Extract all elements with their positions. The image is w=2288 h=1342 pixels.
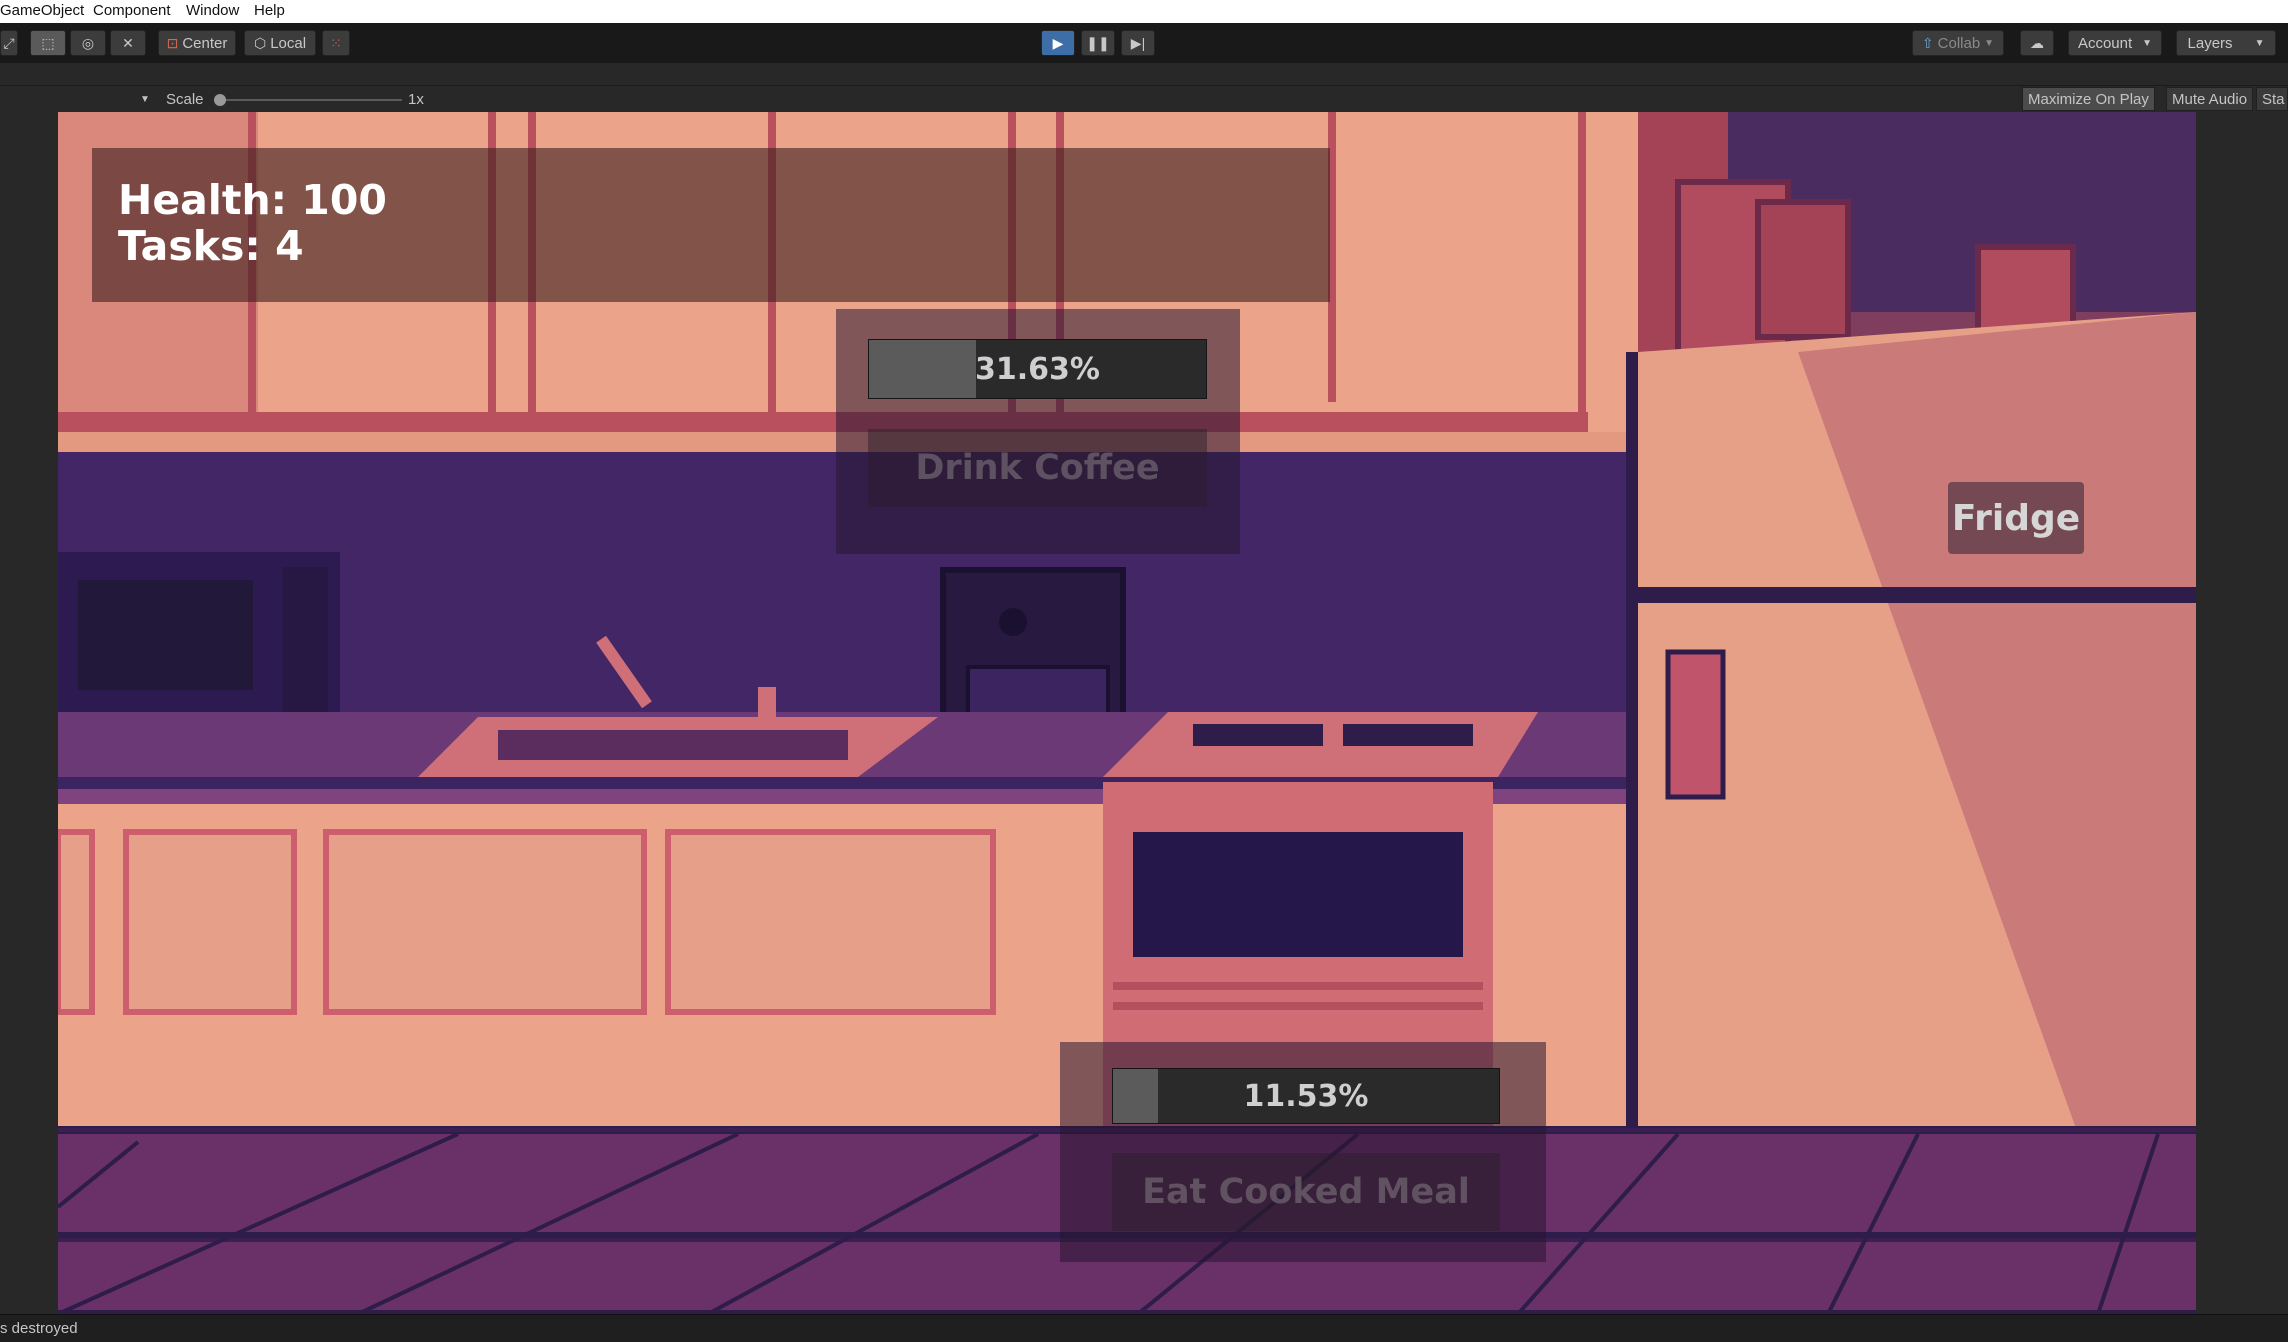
status-message[interactable]: s destroyed	[0, 1320, 78, 1337]
task-panel-drink-coffee: 31.63% Drink Coffee	[836, 309, 1240, 554]
local-cube-icon: ⬡	[253, 34, 267, 51]
scale-value: 1x	[408, 91, 424, 108]
scale-tool-icon: ⤢	[3, 34, 15, 51]
collab-icon: ⇧	[1921, 34, 1934, 51]
maximize-on-play-toggle[interactable]: Maximize On Play	[2022, 87, 2155, 111]
fridge-label[interactable]: Fridge	[1948, 482, 2084, 554]
task-progress-bar: 11.53%	[1112, 1068, 1500, 1124]
scale-tool-button[interactable]: ⤢	[0, 30, 18, 56]
tasks-text: Tasks: 4	[118, 222, 304, 270]
eat-cooked-meal-button[interactable]: Eat Cooked Meal	[1112, 1153, 1500, 1231]
transform-tool-icon: ◎	[81, 34, 95, 51]
transform-tool-button[interactable]: ◎	[70, 30, 106, 56]
main-toolbar: ⤢ ⬚ ◎ ✕ ⊡ Center ⬡ Local ⁙ ▶ ❚❚ ▶| ⇧ Collab…	[0, 23, 2288, 63]
account-label: Account	[2077, 34, 2133, 52]
menu-gameobject[interactable]: GameObject	[0, 2, 84, 19]
scale-label: Scale	[166, 91, 204, 108]
mute-audio-toggle[interactable]: Mute Audio	[2166, 87, 2254, 111]
menu-window[interactable]: Window	[186, 2, 239, 19]
pivot-center-button[interactable]: ⊡ Center	[158, 30, 236, 56]
task-progress-text: 11.53%	[1243, 1078, 1369, 1114]
play-icon: ▶	[1052, 34, 1064, 51]
account-dropdown[interactable]: Account ▼	[2068, 30, 2162, 56]
custom-tool-button[interactable]: ✕	[110, 30, 146, 56]
scale-slider-handle[interactable]	[214, 94, 226, 106]
rect-tool-button[interactable]: ⬚	[30, 30, 66, 56]
pivot-center-label: Center	[182, 34, 228, 52]
menu-component[interactable]: Component	[93, 2, 171, 19]
layers-dropdown-icon: ▼	[2254, 37, 2265, 49]
game-view-controlbar: ▼ Scale 1x Maximize On Play Mute Audio S…	[0, 85, 2288, 113]
drink-coffee-button[interactable]: Drink Coffee	[868, 429, 1207, 507]
step-button[interactable]: ▶|	[1121, 30, 1155, 56]
collab-dropdown-icon: ▼	[1984, 37, 1995, 49]
play-button[interactable]: ▶	[1041, 30, 1075, 56]
layers-dropdown[interactable]: Layers ▼	[2176, 30, 2276, 56]
scale-slider[interactable]	[214, 94, 402, 106]
menu-bar: GameObject Component Window Help	[0, 0, 2288, 24]
pivot-local-label: Local	[270, 34, 307, 52]
stats-label: Sta	[2262, 90, 2285, 108]
cloud-icon: ☁	[2030, 34, 2044, 51]
task-progress-bar: 31.63%	[868, 339, 1207, 399]
maximize-on-play-label: Maximize On Play	[2028, 90, 2149, 108]
pause-icon: ❚❚	[1086, 34, 1110, 51]
pivot-icon: ⊡	[166, 34, 179, 51]
task-progress-text: 31.63%	[975, 351, 1100, 387]
hud-panel: Health: 100 Tasks: 4	[92, 148, 1330, 302]
health-text: Health: 100	[118, 176, 387, 224]
resolution-dropdown-icon[interactable]: ▼	[140, 94, 150, 105]
mute-audio-label: Mute Audio	[2172, 90, 2248, 108]
cloud-button[interactable]: ☁	[2020, 30, 2054, 56]
status-bar: s destroyed	[0, 1314, 2288, 1342]
tools-icon: ✕	[122, 34, 134, 51]
step-icon: ▶|	[1130, 34, 1146, 51]
game-view[interactable]: Health: 100 Tasks: 4 31.63% Drink Coffee…	[58, 112, 2196, 1314]
pause-button[interactable]: ❚❚	[1081, 30, 1115, 56]
collab-label: Collab	[1937, 34, 1981, 52]
pivot-local-button[interactable]: ⬡ Local	[244, 30, 316, 56]
grid-snap-button[interactable]: ⁙	[322, 30, 350, 56]
rect-tool-icon: ⬚	[41, 34, 55, 51]
stats-toggle[interactable]: Sta	[2256, 87, 2288, 111]
account-dropdown-icon: ▼	[2142, 37, 2153, 49]
task-panel-eat-cooked-meal: 11.53% Eat Cooked Meal	[1060, 1042, 1546, 1262]
layers-label: Layers	[2187, 34, 2233, 52]
collab-button[interactable]: ⇧ Collab ▼	[1912, 30, 2004, 56]
menu-help[interactable]: Help	[254, 2, 285, 19]
grid-snap-icon: ⁙	[330, 34, 342, 51]
